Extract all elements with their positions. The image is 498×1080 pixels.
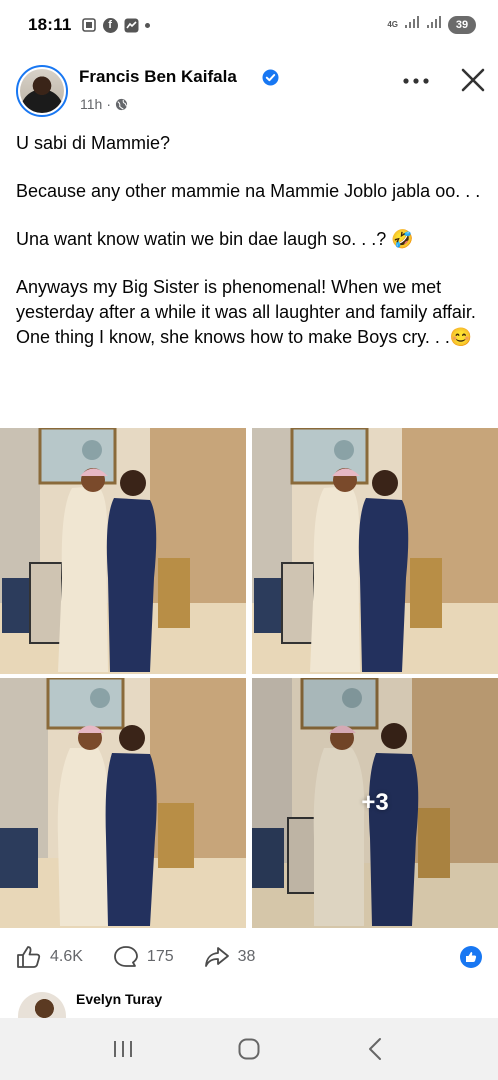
- network-type: 4G: [387, 20, 398, 29]
- meta-separator: ·: [106, 96, 111, 112]
- photo-grid: +3: [0, 428, 498, 928]
- recent-apps-icon: [114, 1041, 132, 1057]
- screenshot-icon: [82, 18, 97, 33]
- photo-1[interactable]: [0, 428, 246, 674]
- photo-2[interactable]: [252, 428, 498, 674]
- comment-button[interactable]: 175: [113, 945, 174, 969]
- shares-count: 38: [237, 948, 256, 965]
- photo-2-image: [252, 428, 498, 674]
- comments-count: 175: [146, 948, 174, 965]
- post-header: Francis Ben Kaifala 11h ·: [0, 58, 498, 120]
- more-photos-overlay[interactable]: +3: [252, 678, 498, 928]
- close-icon: [461, 68, 485, 92]
- ellipsis-icon: [403, 78, 429, 84]
- more-options-button[interactable]: [398, 66, 434, 96]
- likes-count: 4.6K: [50, 948, 83, 965]
- share-button[interactable]: 38: [204, 945, 256, 969]
- back-icon: [369, 1038, 381, 1060]
- author-name[interactable]: Francis Ben Kaifala: [79, 67, 237, 87]
- post-paragraph: U sabi di Mammie?: [16, 133, 171, 153]
- photo-4[interactable]: +3: [252, 678, 498, 928]
- facebook-notification-icon: f: [102, 17, 118, 33]
- battery-indicator: 39: [448, 16, 476, 34]
- photo-3-image: [0, 678, 246, 928]
- status-bar: 18:11 f 4G 39: [0, 0, 498, 50]
- like-button[interactable]: 4.6K: [16, 945, 83, 969]
- post-paragraph: Because any other mammie na Mammie Joblo…: [16, 181, 481, 201]
- thumbs-up-icon: [17, 946, 41, 968]
- like-reaction-icon[interactable]: [460, 946, 482, 968]
- share-icon: [204, 947, 229, 967]
- signal-icon: [404, 16, 420, 34]
- verified-badge-icon: [262, 69, 279, 86]
- messenger-icon: [124, 18, 139, 33]
- home-icon: [238, 1038, 260, 1060]
- post-paragraph: Una want know watin we bin dae laugh so.…: [16, 229, 414, 249]
- recent-apps-button[interactable]: [103, 1029, 143, 1069]
- status-time: 18:11: [28, 15, 72, 34]
- home-button[interactable]: [229, 1029, 269, 1069]
- photo-3[interactable]: [0, 678, 246, 928]
- thumbs-up-reaction-icon: [466, 952, 477, 962]
- status-notification-icons: f: [82, 17, 150, 33]
- more-notifications-dot: [144, 22, 150, 28]
- comment-preview[interactable]: Evelyn Turay: [0, 988, 498, 1022]
- author-avatar-image: [20, 69, 64, 113]
- post-paragraph: Anyways my Big Sister is phenomenal! Whe…: [16, 277, 481, 347]
- comment-icon: [114, 946, 138, 967]
- commenter-name[interactable]: Evelyn Turay: [76, 991, 162, 1007]
- back-button[interactable]: [355, 1029, 395, 1069]
- post-text: U sabi di Mammie? Because any other mamm…: [16, 131, 486, 373]
- author-avatar[interactable]: [16, 65, 68, 117]
- reactions-row: 4.6K 175 38: [0, 938, 498, 976]
- system-nav-bar: [0, 1018, 498, 1080]
- close-button[interactable]: [455, 62, 491, 98]
- post-time[interactable]: 11h: [80, 96, 102, 112]
- post-meta: 11h ·: [80, 96, 128, 112]
- photo-1-image: [0, 428, 246, 674]
- status-system-icons: 4G 39: [387, 16, 476, 34]
- signal-icon-2: [426, 16, 442, 34]
- globe-icon: [115, 98, 128, 110]
